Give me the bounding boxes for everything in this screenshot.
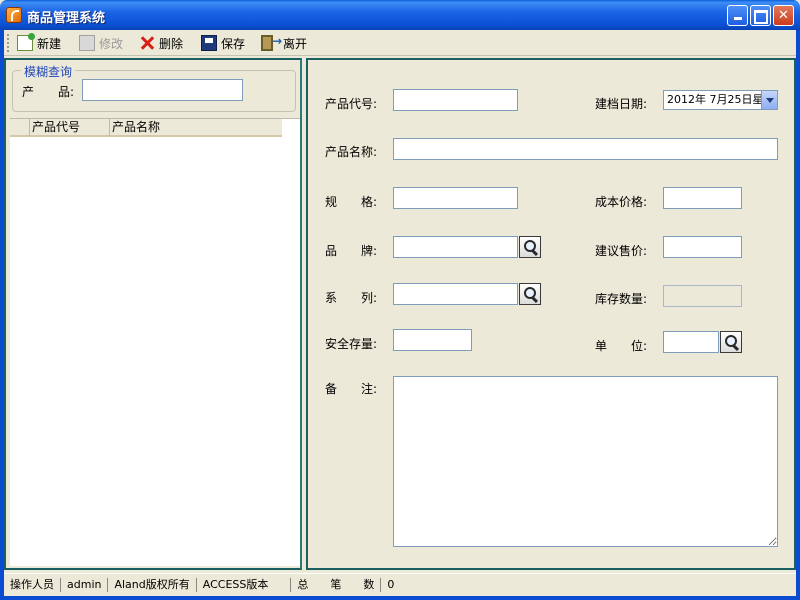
brand-label: 品 牌: xyxy=(325,244,378,258)
safety-stock-input[interactable] xyxy=(393,329,472,351)
delete-button-label: 删除 xyxy=(159,36,184,51)
delete-x-icon xyxy=(139,35,155,51)
toolbar-grip[interactable] xyxy=(7,34,10,52)
save-button[interactable]: 保存 xyxy=(198,33,248,53)
safety-stock-label: 安全存量: xyxy=(325,337,378,351)
window-frame-right xyxy=(796,30,800,600)
maximize-button[interactable] xyxy=(750,5,771,26)
brand-input[interactable] xyxy=(393,236,518,258)
unit-input[interactable] xyxy=(663,331,719,353)
status-bar: 操作人员 admin Aland版权所有 ACCESS版本 总 笔 数 0 xyxy=(4,573,796,596)
edit-icon xyxy=(79,35,95,51)
delete-button[interactable]: 删除 xyxy=(136,33,186,53)
stock-quantity-input xyxy=(663,285,742,307)
status-version: ACCESS版本 xyxy=(197,578,292,592)
grid-row-selector-header xyxy=(10,119,30,137)
product-search-input[interactable] xyxy=(82,79,243,101)
save-button-label: 保存 xyxy=(221,36,246,51)
minimize-button[interactable] xyxy=(727,5,748,26)
product-code-input[interactable] xyxy=(393,89,518,111)
edit-button[interactable]: 修改 xyxy=(76,33,126,53)
status-copyright: Aland版权所有 xyxy=(108,578,197,592)
window-frame-bottom xyxy=(0,596,800,600)
edit-button-label: 修改 xyxy=(99,36,124,51)
grid-header-product-code[interactable]: 产品代号 xyxy=(30,119,110,137)
remark-label: 备 注: xyxy=(325,382,378,396)
fuzzy-search-group: 模糊查询 产 品: xyxy=(12,63,296,112)
product-code-label: 产品代号: xyxy=(325,97,378,111)
grid-header: 产品代号 产品名称 xyxy=(10,119,282,137)
product-form: 产品代号: 建档日期: 2012年 7月25日星 产品名称: 规 格: 成本价格… xyxy=(306,58,796,570)
spec-label: 规 格: xyxy=(325,195,378,209)
product-search-label: 产 品: xyxy=(22,85,75,99)
new-button[interactable]: 新建 xyxy=(14,33,64,53)
product-grid[interactable]: 产品代号 产品名称 xyxy=(10,118,300,566)
search-pane: 模糊查询 产 品: 产品代号 产品名称 xyxy=(4,58,302,570)
minimize-icon xyxy=(728,6,747,26)
fuzzy-search-title: 模糊查询 xyxy=(21,63,76,80)
maximize-icon xyxy=(751,6,770,30)
new-document-icon xyxy=(17,33,35,51)
close-button[interactable]: ✕ xyxy=(773,5,794,26)
spec-input[interactable] xyxy=(393,187,518,209)
series-input[interactable] xyxy=(393,283,518,305)
floppy-disk-icon xyxy=(201,35,217,51)
title-bar: 商品管理系统 ✕ xyxy=(0,0,800,30)
exit-button[interactable]: 离开 xyxy=(258,33,310,53)
unit-search-icon[interactable] xyxy=(720,331,742,353)
create-date-value: 2012年 7月25日星 xyxy=(667,93,764,106)
cost-price-label: 成本价格: xyxy=(595,195,648,209)
window-title: 商品管理系统 xyxy=(27,11,106,26)
product-name-label: 产品名称: xyxy=(325,145,378,159)
grid-header-product-name[interactable]: 产品名称 xyxy=(110,119,282,137)
suggested-price-input[interactable] xyxy=(663,236,742,258)
remark-textarea[interactable] xyxy=(393,376,778,547)
create-date-picker[interactable]: 2012年 7月25日星 xyxy=(663,90,778,110)
exit-door-icon xyxy=(261,34,282,51)
status-total-value: 0 xyxy=(387,578,395,591)
chevron-down-icon[interactable] xyxy=(761,91,777,109)
app-icon xyxy=(6,7,22,23)
close-icon: ✕ xyxy=(778,8,789,23)
status-operator-label: 操作人员 xyxy=(4,578,61,592)
cost-price-input[interactable] xyxy=(663,187,742,209)
series-label: 系 列: xyxy=(325,291,378,305)
stock-quantity-label: 库存数量: xyxy=(595,292,648,306)
toolbar: 新建 修改 删除 保存 离开 xyxy=(4,30,796,56)
exit-button-label: 离开 xyxy=(283,36,308,51)
create-date-label: 建档日期: xyxy=(595,97,648,111)
brand-search-icon[interactable] xyxy=(519,236,541,258)
new-button-label: 新建 xyxy=(37,36,62,51)
unit-label: 单 位: xyxy=(595,339,648,353)
series-search-icon[interactable] xyxy=(519,283,541,305)
suggested-price-label: 建议售价: xyxy=(595,244,648,258)
status-total-label: 总 笔 数 xyxy=(291,578,382,592)
status-operator-value: admin xyxy=(61,578,109,592)
product-name-input[interactable] xyxy=(393,138,778,160)
